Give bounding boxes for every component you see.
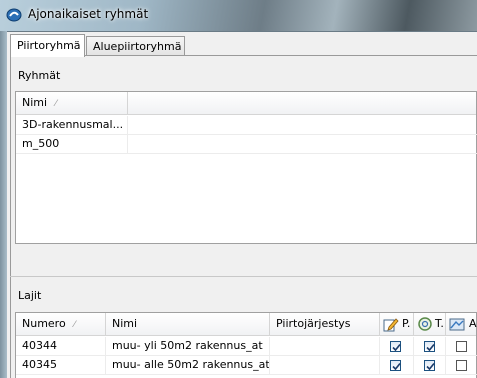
types-table-header: Numero ⁄ Nimi Piirtojärjestys P. T. A	[16, 313, 477, 336]
p-cell	[380, 337, 414, 356]
app-logo-icon	[6, 8, 22, 22]
nimi-cell: muu- alle 50m2 rakennus_at	[106, 356, 270, 375]
groups-table-header: Nimi ⁄	[16, 92, 476, 115]
p-checkbox[interactable]	[390, 341, 401, 352]
group-name-cell: 3D-rakennusmal...	[16, 116, 128, 135]
column-header-label: Nimi	[112, 317, 138, 330]
a-checkbox[interactable]	[456, 360, 467, 371]
splitter[interactable]	[10, 276, 477, 277]
table-row[interactable]: 40344 muu- yli 50m2 rakennus_at	[16, 337, 477, 356]
p-cell	[380, 356, 414, 375]
column-header-a[interactable]: A	[446, 313, 477, 335]
column-header-piirtojarjestys[interactable]: Piirtojärjestys	[270, 313, 380, 335]
numero-cell: 40345	[16, 356, 106, 375]
empty-cell	[128, 116, 477, 135]
types-table: Numero ⁄ Nimi Piirtojärjestys P. T. A 40…	[15, 312, 477, 378]
a-checkbox[interactable]	[456, 341, 467, 352]
zoom-circle-icon	[418, 317, 432, 331]
table-row[interactable]: 40345 muu- alle 50m2 rakennus_at	[16, 356, 477, 375]
sort-indicator-icon: ⁄	[55, 99, 57, 109]
t-cell	[414, 337, 446, 356]
t-cell	[414, 356, 446, 375]
window-frame-left	[0, 31, 7, 378]
group-name-cell: m_500	[16, 135, 128, 154]
window-title: Ajonaikaiset ryhmät	[28, 7, 149, 21]
types-section-label: Lajit	[18, 289, 42, 302]
tab-aluepiirtoryhma[interactable]: Aluepiirtoryhmä	[86, 36, 185, 55]
t-checkbox[interactable]	[424, 360, 435, 371]
tab-piirtoryhma[interactable]: Piirtoryhmä	[10, 34, 85, 57]
groups-table: Nimi ⁄ 3D-rakennusmal... m_500	[15, 91, 477, 244]
t-checkbox[interactable]	[424, 341, 435, 352]
numero-cell: 40344	[16, 337, 106, 356]
column-header-nimi[interactable]: Nimi	[106, 313, 270, 335]
a-cell	[446, 337, 477, 356]
window-titlebar[interactable]: Ajonaikaiset ryhmät	[0, 0, 477, 32]
sort-indicator-icon: ⁄	[73, 320, 76, 330]
empty-cell	[128, 135, 477, 154]
column-header-p[interactable]: P.	[380, 313, 414, 335]
table-row[interactable]: m_500	[16, 135, 477, 154]
area-fill-icon	[449, 318, 465, 331]
tab-label: Piirtoryhmä	[17, 39, 81, 52]
column-header-label: A	[469, 317, 477, 330]
groups-section-label: Ryhmät	[18, 69, 61, 82]
column-header-numero[interactable]: Numero ⁄	[16, 313, 106, 335]
column-header-nimi[interactable]: Nimi ⁄	[16, 92, 128, 114]
column-header-label: Piirtojärjestys	[276, 317, 351, 330]
p-checkbox[interactable]	[390, 360, 401, 371]
column-header-t[interactable]: T.	[414, 313, 446, 335]
tab-label: Aluepiirtoryhmä	[93, 40, 182, 53]
column-header-label: P.	[402, 317, 411, 330]
a-cell	[446, 356, 477, 375]
order-cell[interactable]	[270, 337, 380, 356]
column-header-label: Numero	[22, 317, 66, 330]
order-cell[interactable]	[270, 356, 380, 375]
table-row[interactable]: 3D-rakennusmal...	[16, 116, 477, 135]
pencil-edit-icon	[383, 318, 399, 332]
tab-strip: Piirtoryhmä Aluepiirtoryhmä	[10, 34, 477, 57]
nimi-cell: muu- yli 50m2 rakennus_at	[106, 337, 270, 356]
column-header-label: Nimi	[22, 96, 48, 109]
column-header-label: T.	[435, 317, 444, 330]
